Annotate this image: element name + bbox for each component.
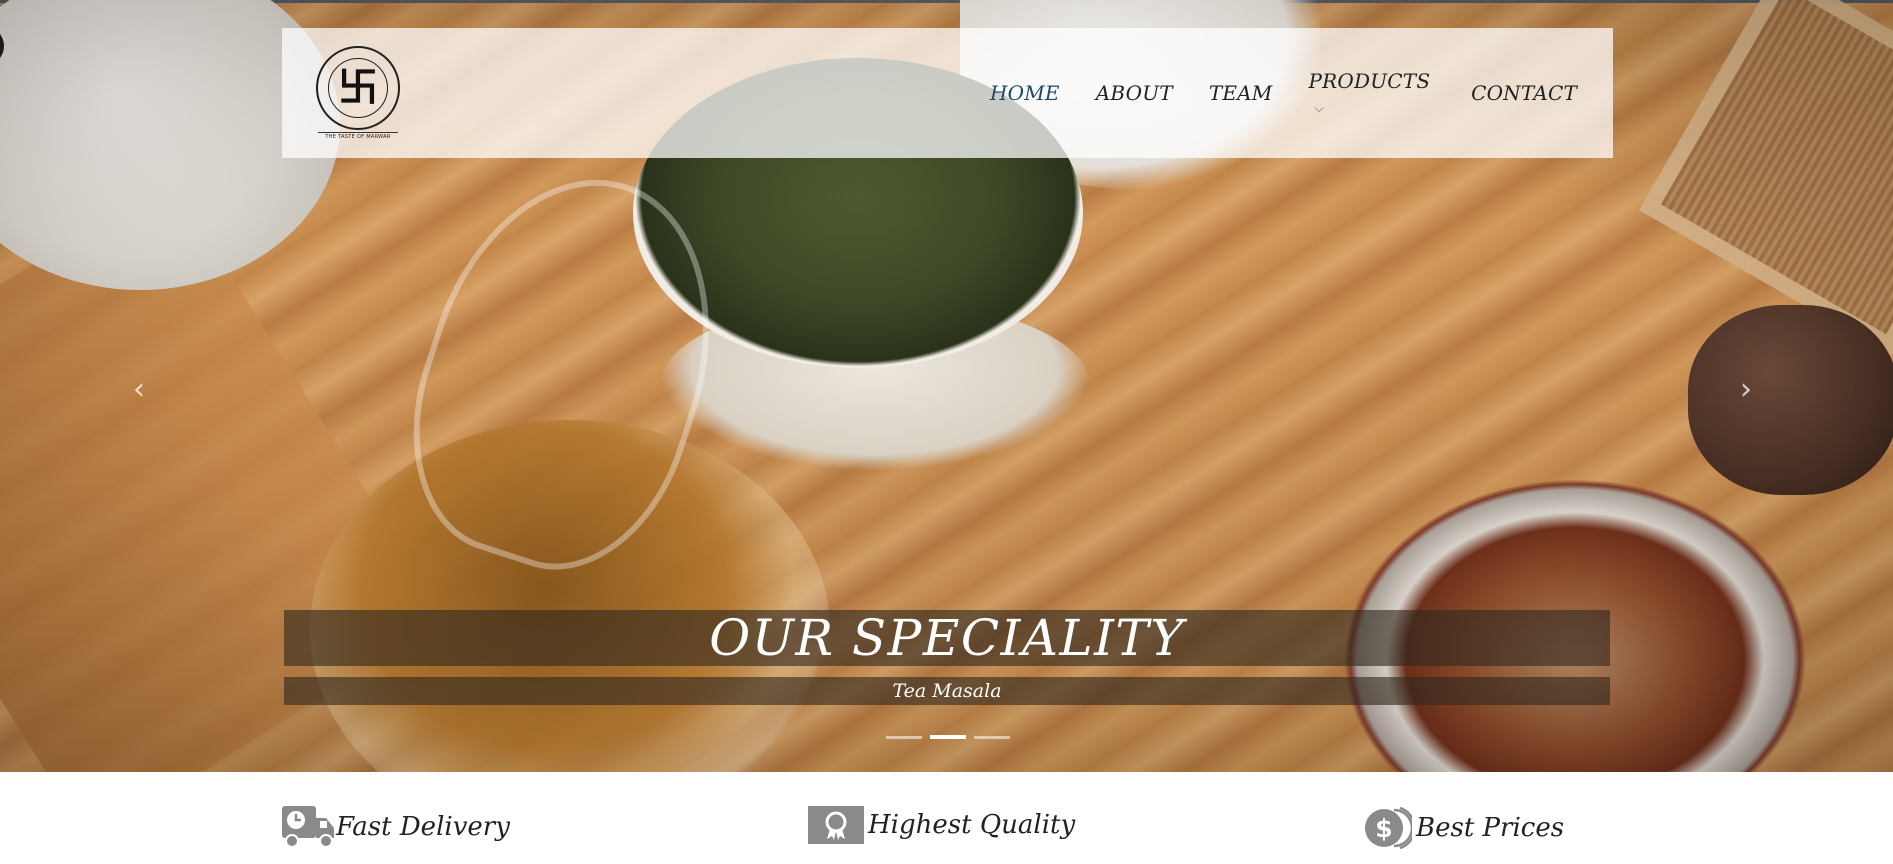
svg-text:$: $: [1375, 814, 1392, 843]
nav-contact[interactable]: CONTACT: [1471, 81, 1577, 105]
carousel-indicator-1[interactable]: [886, 736, 922, 739]
main-menu: HOME ABOUT TEAM PRODUCTS ⌵ CONTACT: [990, 28, 1613, 158]
nav-team[interactable]: TEAM: [1209, 81, 1273, 105]
carousel-indicator-3[interactable]: [974, 736, 1010, 739]
nav-products[interactable]: PRODUCTS ⌵: [1309, 69, 1436, 117]
feature-label: Fast Delivery: [336, 812, 510, 842]
company-logo[interactable]: 卐: [316, 46, 400, 130]
chevron-down-icon: ⌵: [1314, 101, 1324, 115]
feature-label: Best Prices: [1416, 813, 1565, 843]
feature-fast-delivery: Fast Delivery: [282, 806, 510, 848]
hero-carousel: 卐 THE TASTE OF MARWAR HOME ABOUT TEAM PR…: [0, 0, 1893, 772]
caption-title-bar: OUR SPECIALITY: [284, 610, 1610, 666]
carousel-indicator-2[interactable]: [930, 735, 966, 739]
feature-highest-quality: Highest Quality: [808, 806, 1075, 844]
logo-emblem-icon: 卐: [338, 65, 378, 111]
features-strip: Fast Delivery Highest Quality $ Best Pri…: [0, 772, 1893, 864]
navbar: 卐 THE TASTE OF MARWAR HOME ABOUT TEAM PR…: [282, 28, 1613, 158]
caption-subtitle-bar: Tea Masala: [284, 677, 1610, 705]
nav-about[interactable]: ABOUT: [1096, 81, 1173, 105]
nav-home[interactable]: HOME: [990, 81, 1060, 105]
caption-title: OUR SPECIALITY: [709, 609, 1185, 667]
delivery-truck-icon: [282, 806, 336, 848]
chevron-left-icon[interactable]: ‹: [133, 372, 145, 407]
dollar-coin-icon: $: [1364, 806, 1416, 850]
feature-label: Highest Quality: [868, 810, 1076, 840]
chevron-right-icon[interactable]: ›: [1740, 372, 1752, 407]
caption-subtitle: Tea Masala: [892, 680, 1002, 702]
logo-tagline: THE TASTE OF MARWAR: [318, 132, 398, 140]
nav-products-label: PRODUCTS: [1308, 69, 1431, 93]
quality-ribbon-icon: [808, 806, 864, 844]
feature-best-prices: $ Best Prices: [1364, 806, 1564, 850]
carousel-indicators: [886, 735, 1010, 739]
